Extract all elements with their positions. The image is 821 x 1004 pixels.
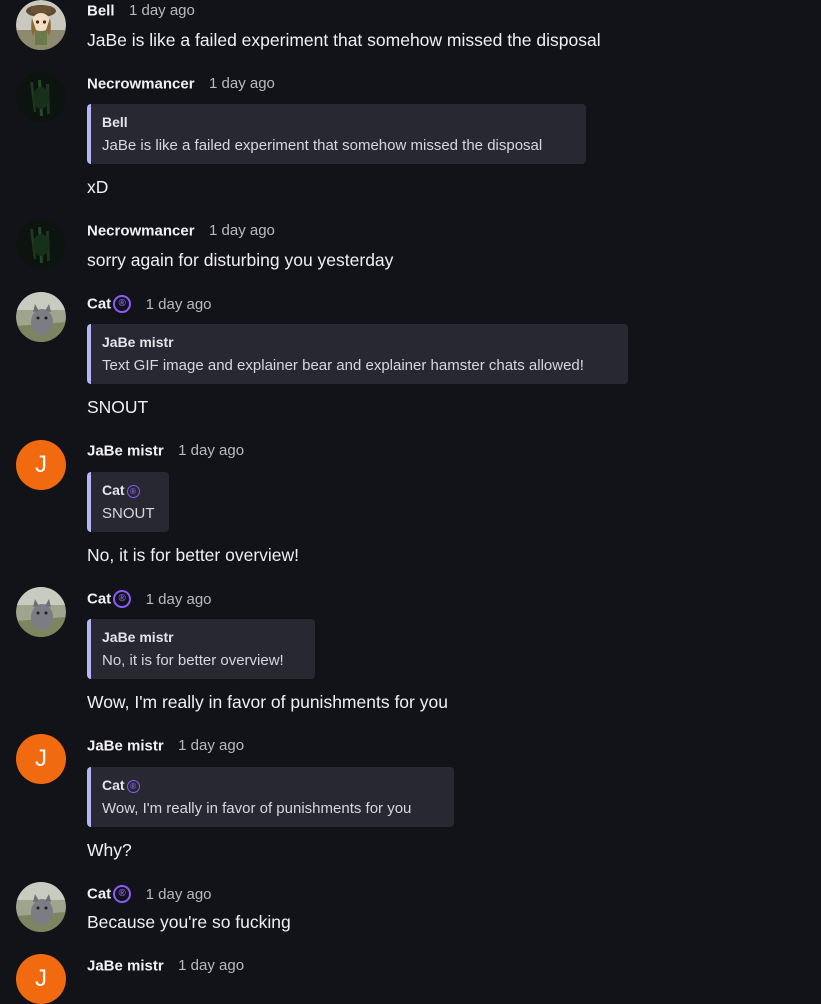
timestamp[interactable]: 1 day ago (209, 222, 275, 239)
message-text: xD (87, 177, 109, 197)
reply-quote[interactable]: JaBe mistr Text GIF image and explainer … (87, 324, 628, 384)
message-header: Cat ® 1 day ago (87, 885, 212, 905)
timestamp[interactable]: 1 day ago (146, 296, 212, 313)
message-header: Necrowmancer 1 day ago (87, 222, 275, 242)
author-name[interactable]: JaBe mistr (87, 957, 164, 974)
necrowmancer-avatar[interactable] (16, 72, 66, 122)
reply-quote[interactable]: Cat ® Wow, I'm really in favor of punishm… (87, 767, 454, 827)
author-name[interactable]: JaBe mistr (87, 737, 164, 754)
quote-author-name: Cat (102, 482, 125, 498)
reply-quote[interactable]: Bell JaBe is like a failed experiment th… (87, 104, 586, 164)
quote-author: JaBe mistr (102, 629, 174, 645)
registered-badge: ® (113, 590, 132, 608)
jabe-avatar[interactable]: J (16, 734, 66, 784)
timestamp[interactable]: 1 day ago (178, 957, 244, 974)
quote-text: Wow, I'm really in favor of punishments … (102, 800, 412, 817)
quote-author-name: Cat (102, 777, 125, 793)
cat-avatar[interactable] (16, 292, 66, 342)
message-text: Why? (87, 840, 132, 860)
registered-badge: ® (113, 295, 132, 313)
timestamp[interactable]: 1 day ago (209, 75, 275, 92)
jabe-avatar[interactable]: J (16, 954, 66, 1004)
message-text: JaBe is like a failed experiment that so… (87, 30, 601, 50)
quote-author: Cat ® (102, 776, 440, 794)
message-header: Cat ® 1 day ago (87, 295, 212, 315)
quote-text: Text GIF image and explainer bear and ex… (102, 357, 584, 374)
cat-avatar[interactable] (16, 882, 66, 932)
message-header: JaBe mistr 1 day ago (87, 957, 244, 977)
author-name[interactable]: Necrowmancer (87, 75, 195, 92)
message-text: Because you're so fucking (87, 912, 291, 932)
author-name[interactable]: Cat (87, 296, 111, 313)
cat-avatar[interactable] (16, 587, 66, 637)
message-text: SNOUT (87, 397, 149, 417)
author-name[interactable]: JaBe mistr (87, 442, 164, 459)
timestamp[interactable]: 1 day ago (178, 737, 244, 754)
quote-author: Bell (102, 114, 128, 130)
registered-badge: ® (126, 779, 140, 793)
quote-text: JaBe is like a failed experiment that so… (102, 137, 543, 154)
quote-text: No, it is for better overview! (102, 652, 284, 669)
author-name[interactable]: Cat (87, 591, 111, 608)
message-header: JaBe mistr 1 day ago (87, 737, 244, 757)
message-header: Necrowmancer 1 day ago (87, 75, 275, 95)
message-text: Wow, I'm really in favor of punishments … (87, 692, 448, 712)
timestamp[interactable]: 1 day ago (146, 886, 212, 903)
quote-author: Cat ® (102, 481, 155, 499)
message-text: sorry again for disturbing you yesterday (87, 250, 394, 270)
bell-avatar[interactable] (16, 0, 66, 50)
timestamp[interactable]: 1 day ago (178, 442, 244, 459)
author-name[interactable]: Cat (87, 886, 111, 903)
quote-text: SNOUT (102, 505, 155, 522)
message-text: No, it is for better overview! (87, 545, 300, 565)
author-name[interactable]: Necrowmancer (87, 222, 195, 239)
message-header: JaBe mistr 1 day ago (87, 442, 244, 462)
author-name[interactable]: Bell (87, 2, 115, 19)
quote-author: JaBe mistr (102, 334, 174, 350)
message-header: Cat ® 1 day ago (87, 590, 212, 610)
registered-badge: ® (126, 484, 140, 498)
message-header: Bell 1 day ago (87, 2, 195, 22)
jabe-avatar[interactable]: J (16, 440, 66, 490)
necrowmancer-avatar[interactable] (16, 219, 66, 269)
timestamp[interactable]: 1 day ago (129, 2, 195, 19)
reply-quote[interactable]: Cat ® SNOUT (87, 472, 169, 532)
registered-badge: ® (113, 885, 132, 903)
timestamp[interactable]: 1 day ago (146, 591, 212, 608)
reply-quote[interactable]: JaBe mistr No, it is for better overview… (87, 619, 315, 679)
